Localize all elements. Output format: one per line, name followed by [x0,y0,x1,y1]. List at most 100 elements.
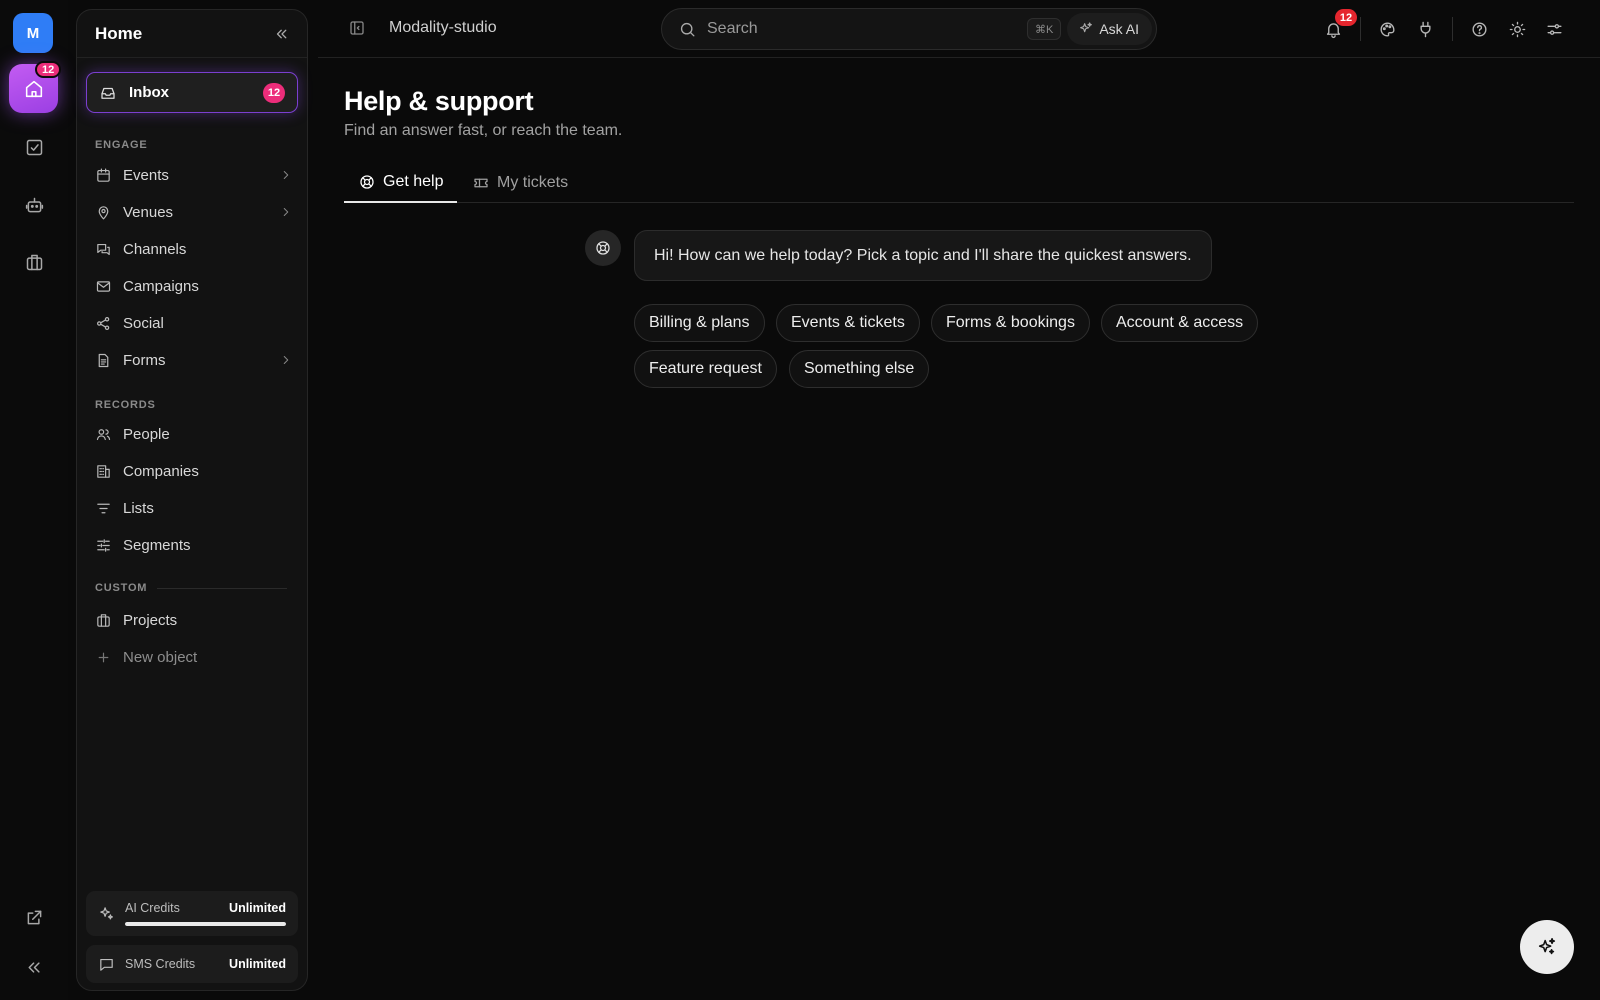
topic-chip-feature-request[interactable]: Feature request [634,350,777,388]
sidebar-item-label: Social [123,314,164,332]
workspace-avatar[interactable]: M [13,13,53,53]
chevrons-left-icon [28,961,40,973]
sidebar-collapse-button[interactable] [273,25,291,43]
sidebar-item-channels[interactable]: Channels [95,234,293,264]
calendar-icon [97,168,110,182]
sidebar-item-events[interactable]: Events [95,160,293,190]
robot-icon [25,197,43,212]
section-divider [157,588,287,589]
sidebar-toggle-icon [350,21,364,35]
topic-chip-account[interactable]: Account & access [1101,304,1259,342]
sidebar-item-segments[interactable]: Segments [95,530,293,560]
sidebar: Home Inbox 12 ENGAGE Events Venues Chann… [76,9,308,991]
sidebar-item-label: Campaigns [123,277,199,295]
sidebar-item-label: Events [123,166,169,184]
sidebar-item-people[interactable]: People [95,419,293,449]
sidebar-item-label: Lists [123,499,154,517]
projects-rail-button[interactable] [14,242,54,282]
sidebar-item-label: New object [123,648,198,666]
sidebar-item-label: Venues [123,203,174,221]
sidebar-item-venues[interactable]: Venues [95,197,293,227]
chevrons-left-icon [276,29,287,38]
ai-credits-card[interactable]: AI Credits Unlimited [86,891,298,936]
sparkles-icon [1538,937,1556,955]
sidebar-item-forms[interactable]: Forms [95,345,293,375]
sidebar-item-label: Companies [123,462,199,480]
ai-credits-body: AI Credits Unlimited [125,901,286,926]
external-link-icon [27,910,41,924]
home-badge: 12 [35,61,62,78]
building-icon [97,464,110,478]
open-external-button[interactable] [14,897,54,937]
notification-badge: 12 [1335,9,1357,26]
topic-chip-billing[interactable]: Billing & plans [634,304,765,342]
chevron-right-icon [283,356,289,364]
sidebar-item-campaigns[interactable]: Campaigns [95,271,293,301]
document-icon [98,353,109,367]
sidebar-item-label: Forms [123,351,166,369]
ai-credits-progress [125,922,286,926]
sparkles-icon [100,907,113,920]
credit-name: SMS Credits [125,957,196,971]
tab-my-tickets[interactable]: My tickets [472,162,568,203]
briefcase-icon [97,613,110,627]
new-object-button[interactable]: New object [95,642,293,672]
sms-credits-card[interactable]: SMS Credits Unlimited [86,945,298,983]
sidebar-header: Home [77,10,307,58]
home-icon [25,80,42,97]
sparkles-icon [1080,22,1093,33]
section-label-engage: ENGAGE [95,139,148,151]
sidebar-item-label: Channels [123,240,187,258]
topic-chip-events[interactable]: Events & tickets [776,304,920,342]
sidebar-item-projects[interactable]: Projects [95,605,293,635]
credit-name: AI Credits [125,901,180,915]
theme-toggle-button[interactable] [1505,17,1529,41]
mail-icon [96,280,111,292]
plus-icon [98,652,109,662]
settings-sliders-icon [1546,23,1562,35]
chevron-right-icon [283,208,289,216]
page-title: Help & support [344,86,534,116]
search-shortcut: ⌘K [1026,18,1062,40]
topbar-divider [1360,17,1361,41]
lifebuoy-icon [596,241,610,255]
chevron-right-icon [283,171,289,179]
tasks-button[interactable] [14,127,54,167]
ticket-icon [474,178,488,187]
sliders-icon [97,538,110,552]
sidebar-item-social[interactable]: Social [95,308,293,338]
ask-ai-button[interactable]: Ask AI [1067,13,1152,45]
theme-palette-button[interactable] [1375,17,1399,41]
sidebar-item-lists[interactable]: Lists [95,493,293,523]
section-label-custom: CUSTOM [95,582,148,594]
sidebar-item-inbox[interactable]: Inbox 12 [86,72,298,113]
tab-label: Get help [383,172,444,190]
ai-assistant-button[interactable] [1520,920,1574,974]
topic-chip-something-else[interactable]: Something else [789,350,930,388]
search-input[interactable]: Search [707,20,1027,38]
share-icon [97,316,110,330]
integrations-button[interactable] [1413,17,1437,41]
users-icon [96,428,111,440]
workspace-name[interactable]: Modality-studio [389,19,497,37]
greeting-message: Hi! How can we help today? Pick a topic … [634,230,1212,281]
help-button[interactable] [1467,17,1491,41]
tab-bar: Get help My tickets [344,162,1574,203]
search-bar[interactable]: Search ⌘K Ask AI [661,8,1157,50]
rail-collapse-button[interactable] [14,947,54,987]
sidebar-item-companies[interactable]: Companies [95,456,293,486]
sun-icon [1509,21,1525,37]
inbox-label: Inbox [129,84,169,101]
panel-toggle-button[interactable] [348,19,366,37]
topbar-divider [1452,17,1453,41]
topic-chip-forms[interactable]: Forms & bookings [931,304,1090,342]
message-square-icon [100,958,113,971]
settings-button[interactable] [1542,17,1566,41]
ask-ai-label: Ask AI [1099,21,1139,37]
automation-button[interactable] [14,185,54,225]
sidebar-item-label: Projects [123,611,178,629]
section-label-records: RECORDS [95,399,156,411]
ai-credits-row: AI Credits Unlimited [125,901,286,915]
credit-value: Unlimited [229,957,286,971]
tab-get-help[interactable]: Get help [344,162,458,203]
